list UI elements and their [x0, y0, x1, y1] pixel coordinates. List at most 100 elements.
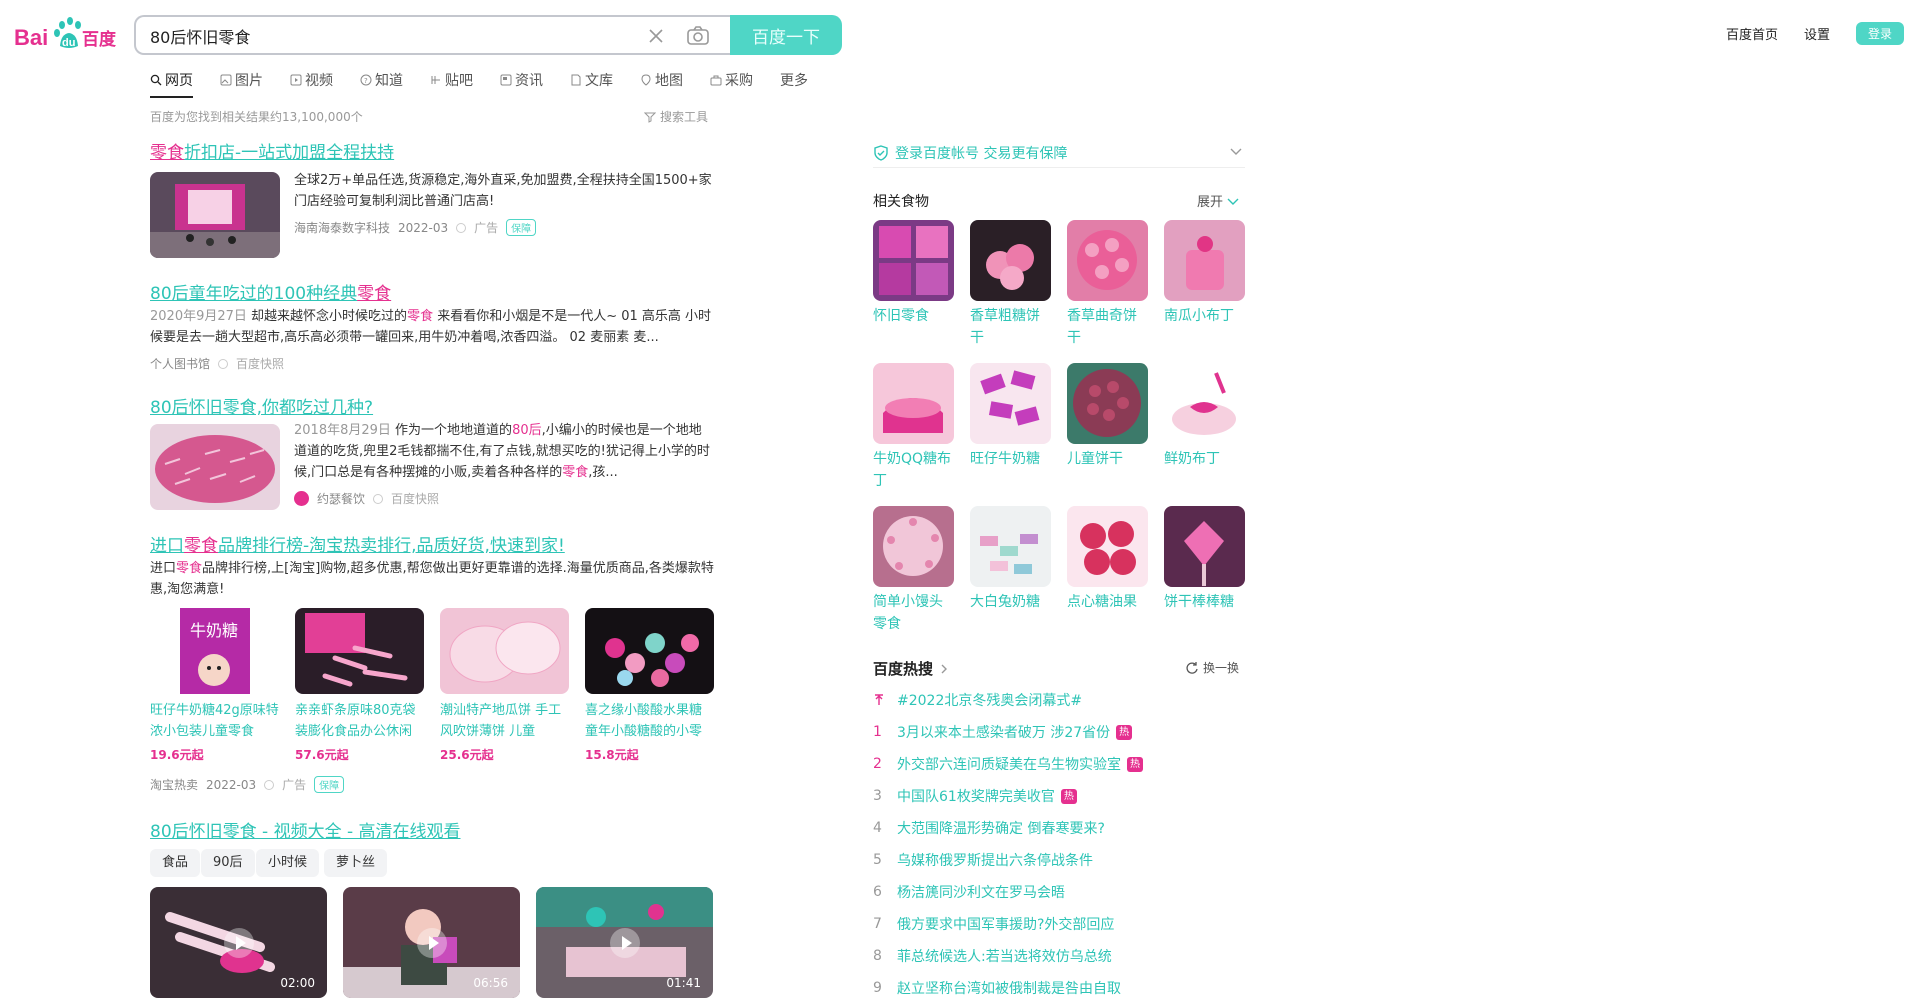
tab-more[interactable]: 更多	[780, 69, 808, 91]
hot-item[interactable]: 5 乌媒称俄罗斯提出六条停战条件	[873, 850, 1093, 870]
settings-link[interactable]: 设置	[1804, 24, 1830, 43]
result-description: 2018年8月29日 作为一个地地道道的80后,小编小的时候也是一个地地道道的吃…	[294, 420, 714, 483]
product-title[interactable]: 潮汕特产地瓜饼 手工风吹饼薄饼 儿童	[440, 700, 569, 742]
video-card[interactable]: 02:00	[150, 887, 327, 998]
food-name[interactable]: 怀旧零食	[873, 305, 955, 327]
tab-map[interactable]: 地图	[640, 69, 683, 91]
food-image[interactable]	[873, 220, 954, 301]
hot-item[interactable]: 7 俄方要求中国军事援助?外交部回应	[873, 914, 1114, 934]
tab-zhidao[interactable]: ? 知道	[360, 69, 403, 91]
food-image[interactable]	[873, 363, 954, 444]
food-name[interactable]: 饼干棒棒糖	[1164, 591, 1246, 613]
chevron-down-icon[interactable]	[1229, 144, 1243, 158]
food-image[interactable]	[1164, 220, 1245, 301]
product-image[interactable]: 牛奶糖	[150, 608, 279, 694]
food-name[interactable]: 旺仔牛奶糖	[970, 448, 1052, 470]
tag-chip[interactable]: 食品	[150, 849, 201, 877]
hot-search-title[interactable]: 百度热搜	[873, 658, 949, 679]
svg-text:百度: 百度	[82, 29, 117, 50]
food-image[interactable]	[1067, 506, 1148, 587]
tab-tieba[interactable]: 贴吧	[430, 69, 473, 91]
tab-videos[interactable]: 视频	[290, 69, 333, 91]
refresh-label: 换一换	[1203, 661, 1240, 675]
video-card[interactable]: 01:41	[536, 887, 713, 998]
hot-item[interactable]: 8 菲总统候选人:若当选将效仿乌总统	[873, 946, 1112, 966]
login-tip[interactable]: 登录百度帐号 交易更有保障	[873, 138, 1245, 168]
tag-chip[interactable]: 小时候	[256, 849, 320, 877]
tag-chip[interactable]: 萝卜丝	[324, 849, 388, 877]
food-image[interactable]	[873, 506, 954, 587]
food-name[interactable]: 香草粗糖饼干	[970, 305, 1052, 349]
snapshot-link[interactable]: 百度快照	[391, 490, 439, 507]
tab-label: 图片	[235, 73, 263, 89]
result-title[interactable]: 80后怀旧零食,你都吃过几种?	[150, 393, 373, 418]
play-icon[interactable]	[223, 927, 254, 958]
play-icon[interactable]	[609, 927, 640, 958]
food-name[interactable]: 大白兔奶糖	[970, 591, 1052, 613]
hot-text: #2022北京冬残奥会闭幕式#	[897, 693, 1083, 709]
hot-text: 赵立坚称台湾如被俄制裁是咎由自取	[897, 981, 1121, 997]
search-tools-button[interactable]: 搜索工具	[644, 108, 708, 125]
result-title[interactable]: 进口零食品牌排行榜-淘宝热卖排行,品质好货,快速到家!	[150, 531, 565, 556]
food-name[interactable]: 南瓜小布丁	[1164, 305, 1246, 327]
food-name[interactable]: 儿童饼干	[1067, 448, 1149, 470]
tab-images[interactable]: 图片	[220, 69, 263, 91]
result-title[interactable]: 零食折扣店-一站式加盟全程扶持	[150, 138, 394, 163]
food-name[interactable]: 牛奶QQ糖布丁	[873, 448, 955, 492]
product-title[interactable]: 亲亲虾条原味80克袋装膨化食品办公休闲	[295, 700, 424, 742]
product-image[interactable]	[295, 608, 424, 694]
login-button[interactable]: 登录	[1855, 22, 1904, 45]
baidu-logo[interactable]: Bai du 百度	[14, 14, 120, 54]
hot-item[interactable]: 3 中国队61枚奖牌完美收官 热	[873, 786, 1077, 806]
hot-item[interactable]: 1 3月以来本土感染者破万 涉27省份 热	[873, 722, 1133, 742]
info-icon[interactable]	[264, 779, 275, 790]
tag-chip[interactable]: 90后	[201, 849, 255, 877]
food-image[interactable]	[1164, 363, 1245, 444]
hot-item[interactable]: 9 赵立坚称台湾如被俄制裁是咎由自取	[873, 978, 1121, 998]
video-card[interactable]: 06:56	[343, 887, 520, 998]
info-icon[interactable]	[373, 493, 384, 504]
info-icon[interactable]	[456, 222, 467, 233]
food-image[interactable]	[1164, 506, 1245, 587]
expand-button[interactable]: 展开	[1197, 191, 1240, 210]
food-image[interactable]	[970, 220, 1051, 301]
svg-text:?: ?	[364, 77, 368, 85]
tab-news[interactable]: 资讯	[500, 69, 543, 91]
homepage-link[interactable]: 百度首页	[1726, 24, 1778, 43]
food-name[interactable]: 简单小馒头零食	[873, 591, 955, 635]
hot-item[interactable]: 4 大范围降温形势确定 倒春寒要来?	[873, 818, 1105, 838]
food-image[interactable]	[1067, 363, 1148, 444]
result-thumbnail[interactable]	[150, 172, 280, 258]
food-name[interactable]: 鲜奶布丁	[1164, 448, 1246, 470]
hot-item[interactable]: 2 外交部六连问质疑美在乌生物实验室 热	[873, 754, 1143, 774]
result-thumbnail[interactable]	[150, 424, 280, 510]
play-icon[interactable]	[416, 927, 447, 958]
food-image[interactable]	[970, 506, 1051, 587]
camera-icon[interactable]	[686, 25, 710, 47]
tab-purchase[interactable]: 采购	[710, 69, 753, 91]
result-title[interactable]: 80后怀旧零食 - 视频大全 - 高清在线观看	[150, 817, 461, 842]
info-icon[interactable]	[218, 358, 229, 369]
hot-text: 大范围降温形势确定 倒春寒要来?	[897, 821, 1105, 837]
tab-web[interactable]: 网页	[150, 69, 193, 98]
product-image[interactable]	[585, 608, 714, 694]
tab-label: 更多	[780, 73, 808, 89]
food-image[interactable]	[1067, 220, 1148, 301]
hot-text: 菲总统候选人:若当选将效仿乌总统	[897, 949, 1112, 965]
search-button[interactable]: 百度一下	[730, 15, 842, 55]
food-name[interactable]: 点心糖油果	[1067, 591, 1149, 613]
search-input[interactable]	[150, 24, 620, 48]
refresh-button[interactable]: 换一换	[1185, 659, 1239, 676]
product-image[interactable]	[440, 608, 569, 694]
food-image[interactable]	[970, 363, 1051, 444]
news-icon	[500, 74, 512, 86]
snapshot-link[interactable]: 百度快照	[236, 355, 284, 372]
tab-wenku[interactable]: 文库	[570, 69, 613, 91]
food-name[interactable]: 香草曲奇饼干	[1067, 305, 1149, 349]
hot-item[interactable]: 6 杨洁篪同沙利文在罗马会晤	[873, 882, 1065, 902]
product-title[interactable]: 喜之缘小酸酸水果糖童年小酸糖酸的小零	[585, 700, 714, 742]
hot-item[interactable]: #2022北京冬残奥会闭幕式#	[873, 690, 1082, 710]
result-title[interactable]: 80后童年吃过的100种经典零食	[150, 279, 391, 304]
product-title[interactable]: 旺仔牛奶糖42g原味特浓小包装儿童零食	[150, 700, 279, 742]
close-icon[interactable]	[646, 26, 666, 46]
